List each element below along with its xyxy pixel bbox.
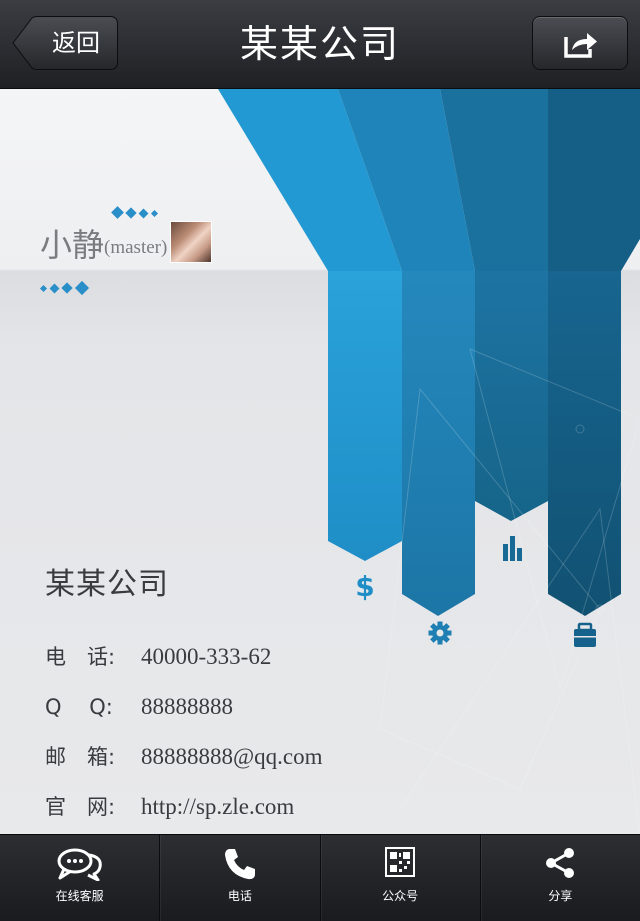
info-row-email[interactable]: 邮 箱: 88888888@qq.com [45, 737, 323, 777]
tab-label: 电话 [227, 889, 252, 903]
share-button[interactable] [532, 16, 628, 70]
info-label: 电 话: [45, 645, 116, 669]
info-label: 邮 箱: [45, 745, 116, 769]
info-label: Q Q: [45, 695, 113, 719]
person-name: 小静 [40, 226, 105, 264]
info-row-phone[interactable]: 电 话: 40000-333-62 [45, 637, 271, 677]
tab-phone[interactable]: 电话 [160, 835, 321, 921]
back-button[interactable]: 返回 [12, 16, 118, 70]
company-name: 某某公司 [45, 567, 169, 602]
bar-chart-icon [503, 536, 522, 561]
contact-person: 小静 (master) [40, 221, 213, 265]
bottom-tab-bar: 在线客服 电话 公众号 分享 [0, 834, 640, 921]
person-role: (master) [104, 237, 168, 258]
tab-official-account[interactable]: 公众号 [321, 835, 481, 921]
phone-icon [224, 849, 255, 880]
tab-share[interactable]: 分享 [481, 835, 640, 921]
back-button-label: 返回 [52, 29, 100, 57]
tab-online-service[interactable]: 在线客服 [0, 835, 161, 921]
info-value: 40000-333-62 [141, 644, 272, 669]
top-nav-bar: 某某公司 返回 [0, 0, 640, 89]
qr-code-icon [385, 847, 416, 877]
briefcase-icon [574, 622, 596, 647]
tab-label: 分享 [548, 889, 573, 903]
dollar-icon: $ [355, 570, 374, 603]
chat-bubbles-icon [57, 848, 102, 881]
info-value: 88888888 [141, 694, 233, 719]
info-value: 88888888@qq.com [141, 744, 323, 769]
avatar[interactable] [170, 221, 213, 263]
info-row-qq[interactable]: Q Q: 88888888 [45, 687, 233, 727]
svg-text:$: $ [355, 570, 374, 603]
info-label: 官 网: [45, 795, 116, 819]
share-export-icon [564, 33, 597, 58]
gear-icon [428, 621, 452, 645]
info-value: http://sp.zle.com [141, 794, 295, 819]
tab-label: 在线客服 [55, 889, 104, 903]
tab-label: 公众号 [382, 889, 419, 903]
business-card: $ 小静 (master) 某某公司 电 话: 40000-333-62 Q Q… [0, 89, 640, 834]
info-row-website[interactable]: 官 网: http://sp.zle.com [45, 787, 294, 827]
share-nodes-icon [546, 848, 575, 878]
